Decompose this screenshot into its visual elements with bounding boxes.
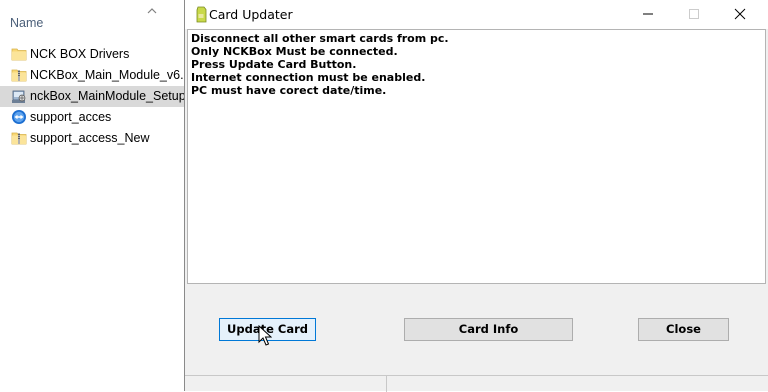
instruction-line: PC must have corect date/time.	[191, 84, 387, 97]
file-name: nckBox_MainModule_Setup	[30, 89, 185, 103]
file-name: NCKBox_Main_Module_v6.6.0	[30, 68, 185, 82]
close-window-button[interactable]	[717, 0, 763, 29]
file-item[interactable]: support_acces	[0, 107, 185, 128]
status-bar	[185, 375, 768, 392]
file-item[interactable]: NCKBox_Main_Module_v6.6.0	[0, 65, 185, 86]
file-name: support_acces	[30, 110, 112, 124]
button-panel: Update Card Card Info Close	[185, 284, 768, 375]
sort-chevron-up-icon[interactable]	[146, 6, 158, 16]
file-name: support_access_New	[30, 131, 150, 145]
file-explorer: Name NCK BOX Drivers NCKBox_Main_Module_…	[0, 0, 185, 391]
file-item[interactable]: NCK BOX Drivers	[0, 44, 185, 65]
title-bar[interactable]: Card Updater	[185, 0, 768, 29]
folder-icon	[11, 48, 27, 61]
card-info-button[interactable]: Card Info	[404, 318, 573, 341]
explorer-column-header: Name	[0, 0, 185, 38]
minimize-icon	[643, 13, 653, 15]
file-item-selected[interactable]: nckBox_MainModule_Setup	[0, 86, 185, 107]
window-title: Card Updater	[209, 7, 293, 22]
close-button[interactable]: Close	[638, 318, 729, 341]
file-item[interactable]: support_access_New	[0, 128, 185, 149]
card-updater-dialog: Card Updater Disconnect all other smart …	[184, 0, 768, 392]
minimize-button[interactable]	[625, 0, 671, 29]
zip-folder-icon	[11, 69, 27, 82]
instruction-line: Internet connection must be enabled.	[191, 71, 426, 84]
instruction-line: Disconnect all other smart cards from pc…	[191, 32, 449, 45]
file-list: NCK BOX Drivers NCKBox_Main_Module_v6.6.…	[0, 44, 185, 149]
maximize-icon	[689, 9, 699, 19]
instruction-line: Press Update Card Button.	[191, 58, 357, 71]
instruction-line: Only NCKBox Must be connected.	[191, 45, 398, 58]
update-card-button[interactable]: Update Card	[219, 318, 316, 341]
installer-icon	[12, 90, 26, 103]
maximize-button	[671, 0, 717, 29]
sim-card-app-icon	[196, 6, 207, 23]
status-bar-separator	[386, 376, 387, 392]
teamviewer-icon	[12, 110, 26, 124]
name-column-header[interactable]: Name	[10, 16, 43, 30]
zip-folder-icon	[11, 132, 27, 145]
file-name: NCK BOX Drivers	[30, 47, 130, 61]
instructions-text-area: Disconnect all other smart cards from pc…	[187, 29, 766, 284]
close-icon	[734, 8, 746, 20]
